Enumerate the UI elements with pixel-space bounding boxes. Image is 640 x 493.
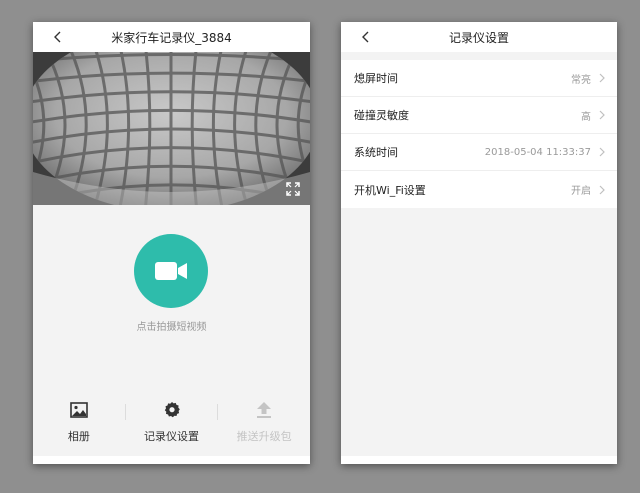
back-button[interactable] [49,29,65,45]
bottom-nav: 相册 记录仪设置 推送升级包 [33,394,310,446]
page-title: 米家行车记录仪_3884 [111,30,232,45]
setting-collision-sensitivity[interactable]: 碰撞灵敏度 高 [341,97,617,134]
fisheye-grid-image [33,52,310,205]
setting-value: 常亮 [571,74,591,86]
recorder-settings-label: 记录仪设置 [144,430,199,443]
upload-icon [254,400,274,420]
back-button[interactable] [357,29,373,45]
chevron-right-icon [599,73,605,83]
recorder-settings-screen: 记录仪设置 熄屏时间 常亮 碰撞灵敏度 高 系统时间 2018-05-04 11… [341,22,617,464]
setting-label: 系统时间 [354,146,398,159]
top-navbar: 米家行车记录仪_3884 [33,22,310,52]
recorder-settings-button[interactable]: 记录仪设置 [126,394,218,446]
push-upgrade-button[interactable]: 推送升级包 [218,394,310,446]
push-upgrade-label: 推送升级包 [236,430,292,443]
fullscreen-icon[interactable] [286,181,300,196]
camera-preview[interactable] [33,52,310,205]
top-navbar: 记录仪设置 [341,22,617,52]
dashcam-main-screen: 米家行车记录仪_3884 点击拍摄短视频 相册 记录仪设置 推送升级包 [33,22,310,464]
chevron-left-icon [362,31,369,43]
bottom-safe-area [341,456,617,464]
record-hint: 点击拍摄短视频 [136,322,207,333]
setting-label: 熄屏时间 [354,72,398,85]
video-camera-icon [155,262,187,280]
chevron-right-icon [599,147,605,157]
album-label: 相册 [67,430,90,443]
album-button[interactable]: 相册 [33,394,125,446]
setting-value: 高 [581,111,591,123]
page-title: 记录仪设置 [448,30,509,45]
chevron-left-icon [54,31,61,43]
gear-icon [162,400,182,420]
setting-system-time[interactable]: 系统时间 2018-05-04 11:33:37 [341,134,617,171]
chevron-right-icon [599,110,605,120]
record-video-button[interactable] [134,234,208,308]
bottom-safe-area [33,456,310,464]
chevron-right-icon [599,185,605,194]
setting-label: 碰撞灵敏度 [354,109,409,122]
image-icon [69,400,89,420]
settings-list: 熄屏时间 常亮 碰撞灵敏度 高 系统时间 2018-05-04 11:33:37… [341,60,617,208]
setting-boot-wifi[interactable]: 开机Wi_Fi设置 开启 [341,171,617,208]
setting-value: 开启 [571,186,591,197]
setting-label: 开机Wi_Fi设置 [354,183,426,197]
setting-screen-off-time[interactable]: 熄屏时间 常亮 [341,60,617,97]
setting-value: 2018-05-04 11:33:37 [484,146,591,158]
